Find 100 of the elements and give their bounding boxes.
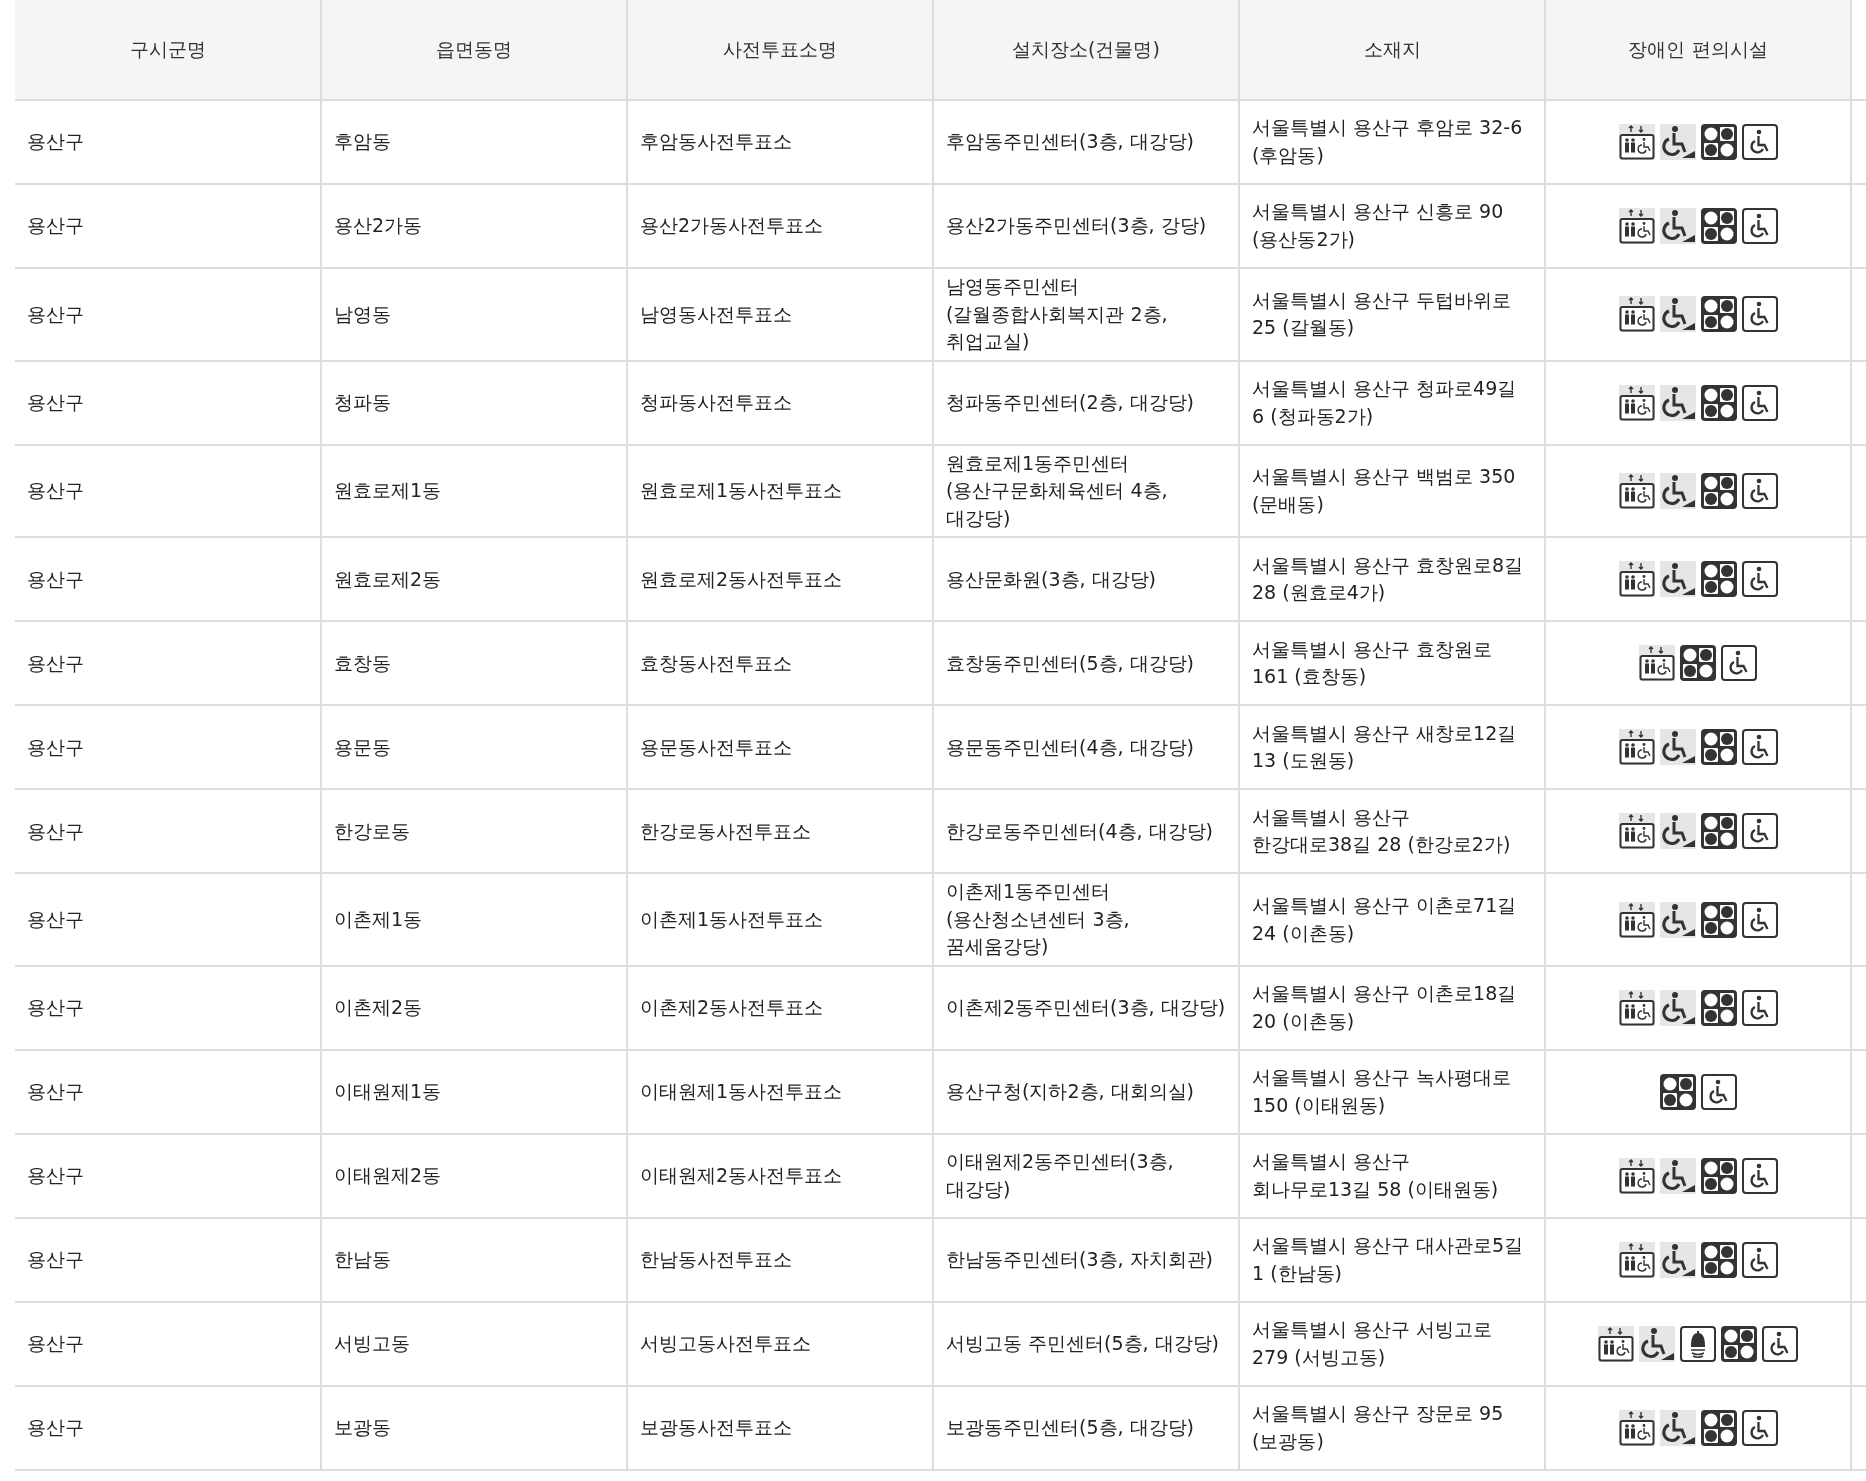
table-cell: 서울특별시 용산구 이촌로71길 24 (이촌동) (1239, 873, 1545, 966)
wheelchair-ramp-icon (1639, 1325, 1675, 1362)
elevator-people-icon (1618, 813, 1655, 850)
four-dots-icon (1700, 1241, 1737, 1278)
table-cell: 후암동사전투표소 (627, 100, 933, 184)
table-cell: 효창동 (321, 621, 627, 706)
table-cell: 용산구 (15, 965, 321, 1050)
table-cell: 이촌제2동주민센터(3층, 대강당) (933, 965, 1239, 1050)
table-cell: 용문동주민센터(4층, 대강당) (933, 705, 1239, 790)
table-cell: 서울특별시 용산구 대사관로5길 1 (한남동) (1239, 1217, 1545, 1302)
table-cell: 용산2가동주민센터(3층, 강당) (933, 184, 1239, 268)
wheelchair-ramp-icon (1659, 1157, 1696, 1194)
wheelchair-icon (1741, 384, 1778, 421)
table-cell: 후암동 (321, 100, 627, 184)
table-cell: 이태원제1동사전투표소 (627, 1049, 933, 1134)
table-cell: 용산구 (15, 100, 321, 184)
table-cell: 원효로제2동사전투표소 (627, 537, 933, 622)
table-cell: 청파동주민센터(2층, 대강당) (933, 360, 1239, 445)
elevator-people-icon (1618, 1241, 1655, 1278)
elevator-people-icon (1618, 989, 1655, 1026)
table-cell: 용산구 (15, 268, 321, 361)
table-cell: 한남동 (321, 1217, 627, 1302)
bell-icon (1680, 1325, 1716, 1362)
table-cell: 용산구 (15, 789, 321, 874)
wheelchair-ramp-icon (1659, 1409, 1696, 1446)
table-cell: 용산2가동사전투표소 (627, 184, 933, 268)
table-cell: 보광동주민센터(5층, 대강당) (933, 1385, 1239, 1470)
wheelchair-icon (1741, 901, 1778, 938)
table-cell: 서빙고동사전투표소 (627, 1301, 933, 1386)
table-cell: 서빙고동 주민센터(5층, 대강당) (933, 1301, 1239, 1386)
four-dots-icon (1700, 296, 1737, 333)
four-dots-icon (1700, 384, 1737, 421)
table-cell: 서울특별시 용산구 녹사평대로 150 (이태원동) (1239, 1049, 1545, 1134)
table-cell: 이태원제2동 (321, 1133, 627, 1218)
elevator-people-icon (1618, 1409, 1655, 1446)
table-cell: 서빙고동 (321, 1301, 627, 1386)
table-cell: 남영동주민센터(갈월종합사회복지관 2층, 취업교실) (933, 268, 1239, 361)
table-cell: 서울특별시 용산구 청파로49길 6 (청파동2가) (1239, 360, 1545, 445)
wheelchair-ramp-icon (1659, 561, 1696, 598)
wheelchair-icon (1721, 645, 1757, 682)
four-dots-icon (1700, 1409, 1737, 1446)
table-cell: 용산2가동 (321, 184, 627, 268)
table-cell: 용산구 (15, 1049, 321, 1134)
wheelchair-icon (1741, 813, 1778, 850)
table-cell: 용산구 (15, 621, 321, 706)
table-cell: 후암동주민센터(3층, 대강당) (933, 100, 1239, 184)
table-cell: 서울특별시 용산구 장문로 95 (보광동) (1239, 1385, 1545, 1470)
four-dots-icon (1659, 1073, 1696, 1110)
table-cell: 서울특별시 용산구 새창로12길 13 (도원동) (1239, 705, 1545, 790)
table-cell: 서울특별시 용산구 효창원로8길 28 (원효로4가) (1239, 537, 1545, 622)
table-cell: 보광동 (321, 1385, 627, 1470)
wheelchair-icon (1741, 296, 1778, 333)
table-cell: 용산구 (15, 1301, 321, 1386)
wheelchair-icon (1700, 1073, 1737, 1110)
table-cell: 서울특별시 용산구 백범로 350 (문배동) (1239, 444, 1545, 538)
wheelchair-icon (1741, 124, 1778, 160)
table-cell: 용산구 (15, 1385, 321, 1470)
elevator-people-icon (1618, 384, 1655, 421)
wheelchair-ramp-icon (1659, 901, 1696, 938)
wheelchair-icon (1741, 472, 1778, 509)
four-dots-icon (1700, 729, 1737, 766)
four-dots-icon (1700, 901, 1737, 938)
elevator-people-icon (1618, 472, 1655, 509)
elevator-people-icon (1598, 1325, 1634, 1362)
table-cell: 용문동사전투표소 (627, 705, 933, 790)
table-cell: 청파동 (321, 360, 627, 445)
table-cell: 남영동 (321, 268, 627, 361)
table-cell: 효창동사전투표소 (627, 621, 933, 706)
four-dots-icon (1700, 1157, 1737, 1194)
table-cell: 한강로동주민센터(4층, 대강당) (933, 789, 1239, 874)
wheelchair-icon (1741, 729, 1778, 766)
table-cell: 서울특별시 용산구 회나무로13길 58 (이태원동) (1239, 1133, 1545, 1218)
elevator-people-icon (1618, 561, 1655, 598)
table-cell: 용산구 (15, 705, 321, 790)
four-dots-icon (1700, 472, 1737, 509)
table-cell: 용산구 (15, 873, 321, 966)
table-cell: 서울특별시 용산구 두텁바위로 25 (갈월동) (1239, 268, 1545, 361)
table-cell: 이촌제2동사전투표소 (627, 965, 933, 1050)
column-header: 읍면동명 (321, 0, 627, 100)
table-cell: 용산구 (15, 444, 321, 538)
table-cell: 서울특별시 용산구 후암로 32-6 (후암동) (1239, 100, 1545, 184)
wheelchair-ramp-icon (1659, 472, 1696, 509)
column-header: 설치장소(건물명) (933, 0, 1239, 100)
elevator-people-icon (1618, 901, 1655, 938)
wheelchair-icon (1741, 561, 1778, 598)
column-header: 소재지 (1239, 0, 1545, 100)
wheelchair-ramp-icon (1659, 813, 1696, 850)
wheelchair-ramp-icon (1659, 208, 1696, 244)
elevator-people-icon (1618, 208, 1655, 244)
four-dots-icon (1700, 561, 1737, 598)
column-header: 사전투표소명 (627, 0, 933, 100)
table-cell: 보광동사전투표소 (627, 1385, 933, 1470)
elevator-people-icon (1618, 296, 1655, 333)
table-cell: 용산구 (15, 360, 321, 445)
table-cell: 용산구청(지하2층, 대회의실) (933, 1049, 1239, 1134)
table-cell: 원효로제1동 (321, 444, 627, 538)
table-cell: 서울특별시 용산구 신흥로 90 (용산동2가) (1239, 184, 1545, 268)
table-cell: 용산구 (15, 537, 321, 622)
table-cell: 남영동사전투표소 (627, 268, 933, 361)
four-dots-icon (1721, 1325, 1757, 1362)
